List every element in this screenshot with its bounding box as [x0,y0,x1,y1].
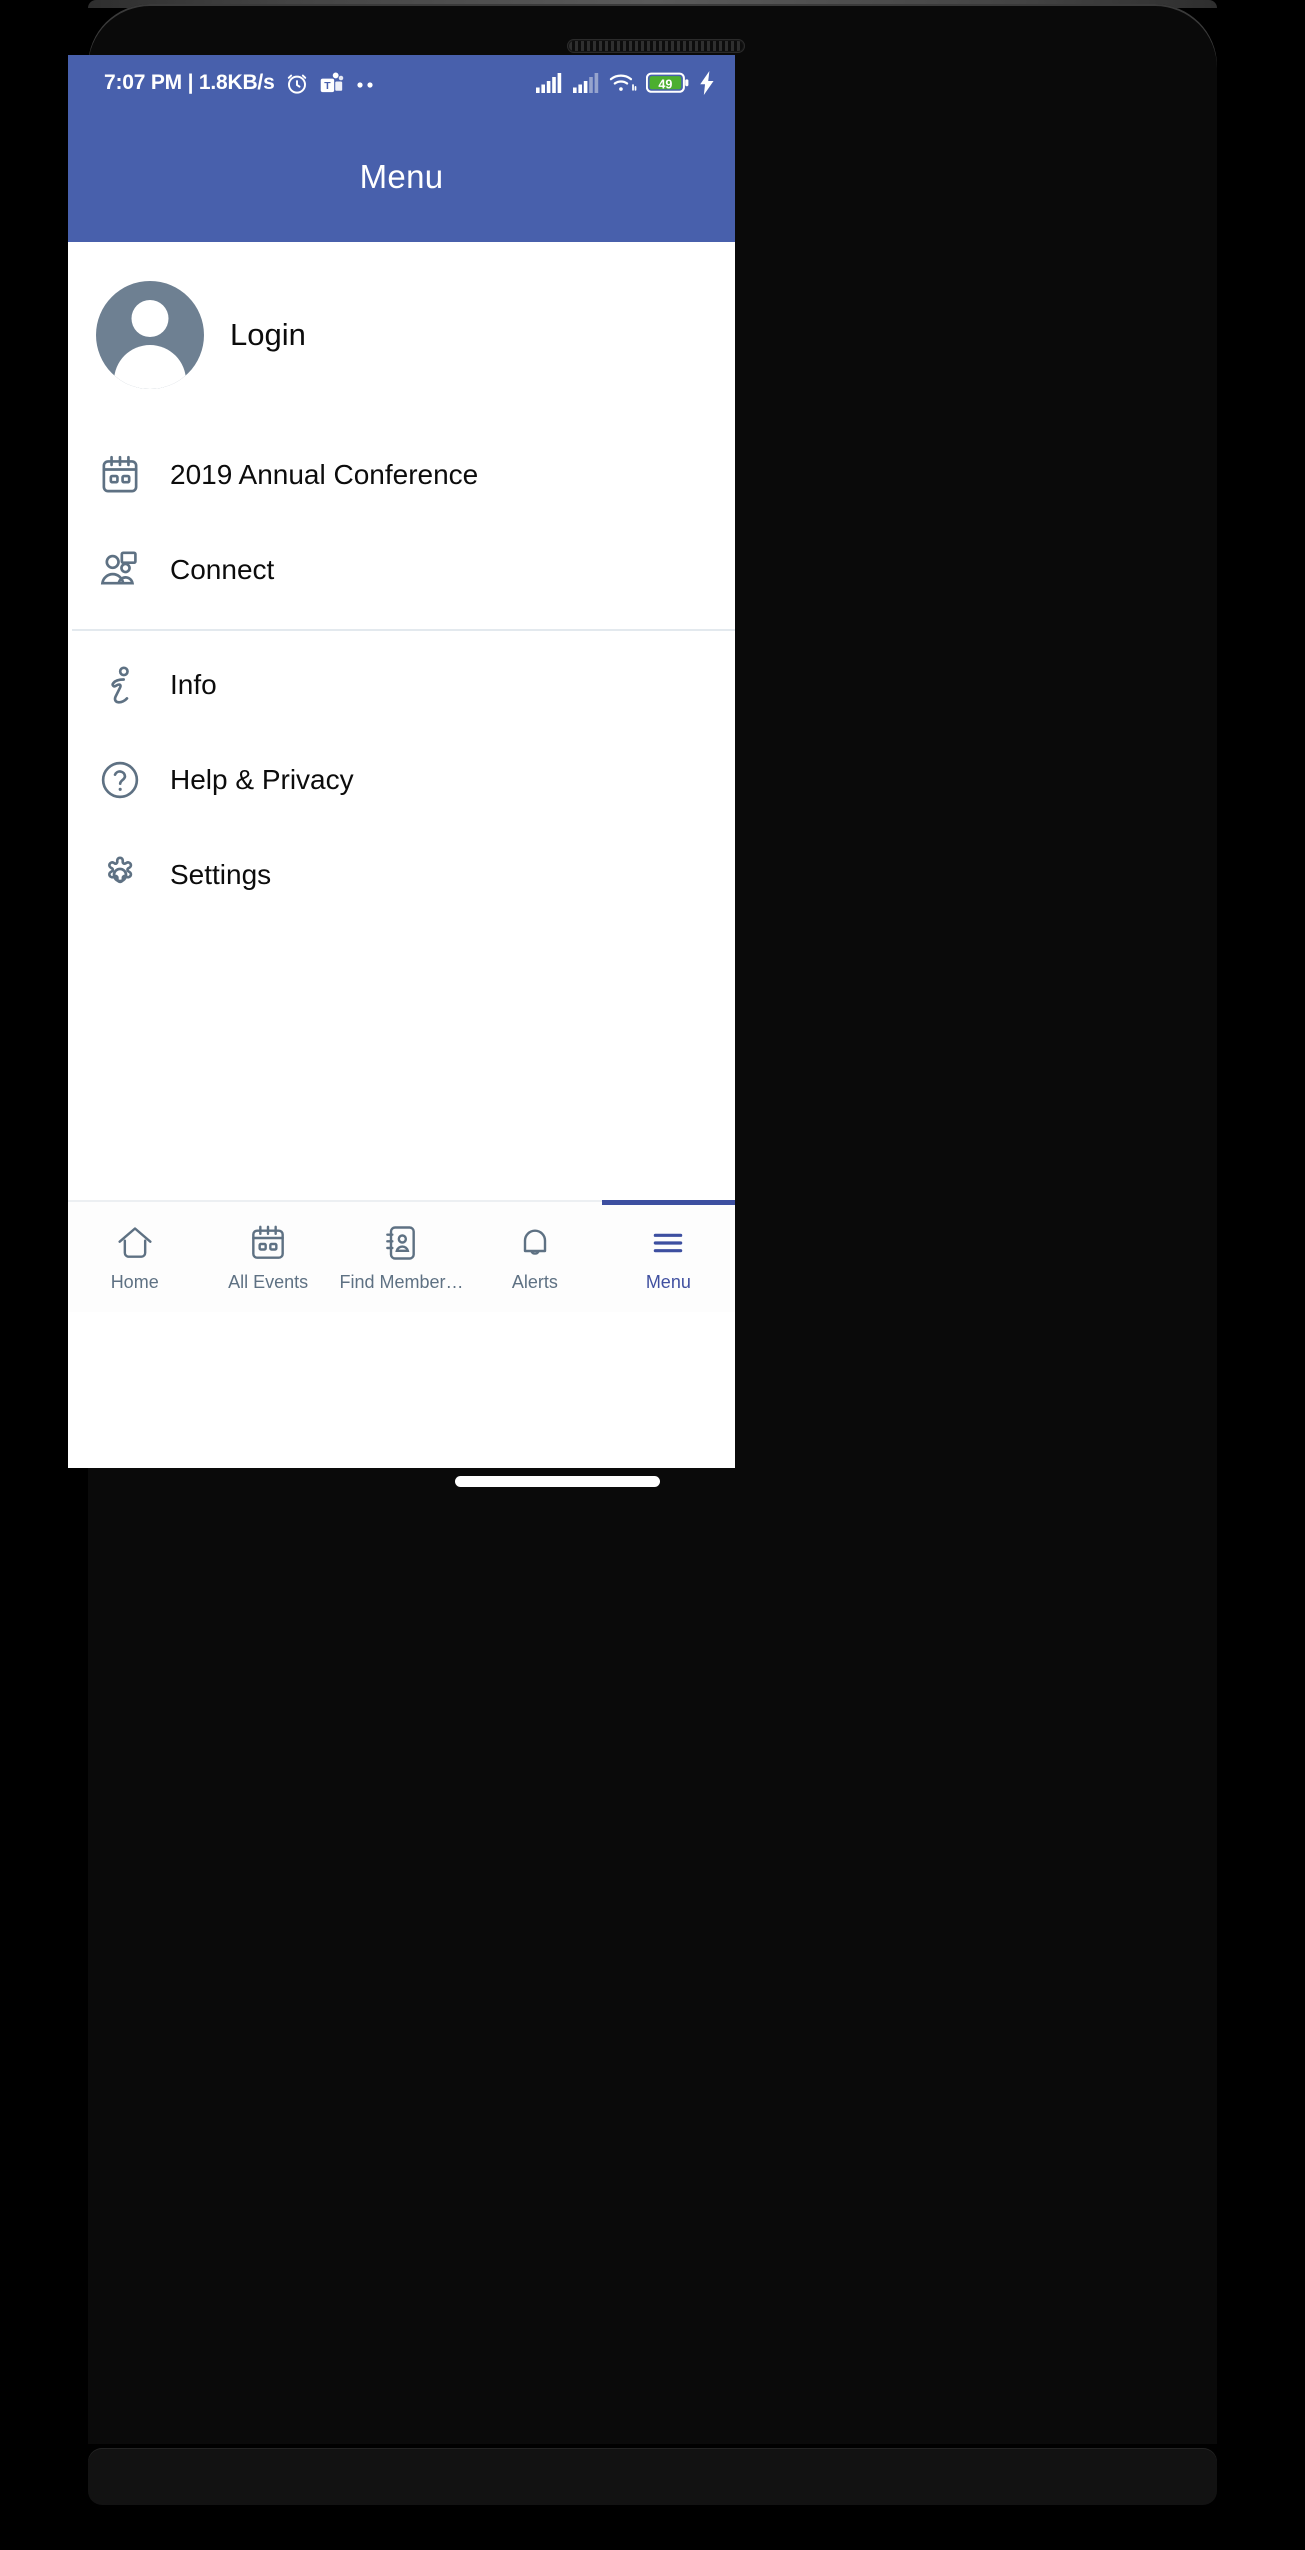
menu-item-settings[interactable]: Settings [68,827,735,922]
nav-item-alerts[interactable]: Alerts [468,1202,601,1312]
status-clock-and-network-label: 7:07 PM | 1.8KB/s [104,71,275,94]
people-connect-icon [98,548,170,592]
question-circle-icon [98,758,170,802]
phone-bottom-bezel [88,2448,1217,2505]
page-title: Menu [359,157,444,195]
nav-item-label: Alerts [511,1271,558,1292]
microsoft-teams-icon: T [319,70,345,96]
menu-item-annual-conference[interactable]: 2019 Annual Conference [68,427,735,522]
calendar-icon [98,453,170,497]
bottom-navigation-bar: Home All Events Find Member… Alerts Menu [68,1200,735,1312]
menu-item-label: 2019 Annual Conference [170,458,479,490]
calendar-icon [248,1222,288,1264]
menu-content: Login 2019 Annual Conference Connect Inf… [68,242,735,1312]
menu-item-label: Settings [170,858,272,890]
nav-item-label: Menu [645,1271,691,1292]
login-row[interactable]: Login [68,242,735,427]
home-icon [115,1222,155,1264]
menu-item-label: Help & Privacy [170,763,354,795]
phone-screen: 7:07 PM | 1.8KB/s T 49 Menu Login 2019 A… [68,55,735,1468]
menu-group-divider [72,629,735,631]
app-bar: Menu [68,111,735,242]
wifi-icon [609,72,637,94]
contact-book-icon [382,1222,422,1264]
login-label: Login [230,316,306,352]
menu-item-connect[interactable]: Connect [68,522,735,617]
nav-item-label: Home [110,1271,159,1292]
hamburger-menu-icon [648,1222,688,1264]
nav-item-label: All Events [228,1271,309,1292]
menu-item-label: Info [170,668,217,700]
info-italic-i-icon [98,663,170,707]
bell-icon [515,1222,555,1264]
signal-bars-sim2-icon [572,72,600,94]
nav-item-home[interactable]: Home [68,1202,201,1312]
alarm-clock-icon [284,70,310,96]
menu-item-label: Connect [170,553,275,585]
svg-text:T: T [324,81,331,92]
more-dots-icon [354,77,378,89]
charging-bolt-icon [699,71,715,95]
status-bar-left: 7:07 PM | 1.8KB/s T [104,70,378,96]
battery-icon: 49 [646,72,690,94]
home-gesture-bar[interactable] [455,1476,660,1487]
nav-item-label: Find Member… [339,1271,464,1292]
person-avatar-icon [96,280,204,389]
signal-bars-sim1-icon [535,72,563,94]
status-bar-right: 49 [535,71,715,95]
menu-group-secondary: Info Help & Privacy Settings [68,637,735,922]
menu-group-primary: 2019 Annual Conference Connect [68,427,735,617]
speaker-grille [567,39,745,53]
menu-item-info[interactable]: Info [68,637,735,732]
nav-item-all-events[interactable]: All Events [201,1202,334,1312]
status-bar: 7:07 PM | 1.8KB/s T 49 [68,55,735,111]
nav-item-find-member[interactable]: Find Member… [335,1202,468,1312]
nav-item-menu[interactable]: Menu [601,1200,735,1312]
battery-level-label: 49 [658,77,672,91]
menu-item-help-privacy[interactable]: Help & Privacy [68,732,735,827]
gear-icon [98,853,170,897]
